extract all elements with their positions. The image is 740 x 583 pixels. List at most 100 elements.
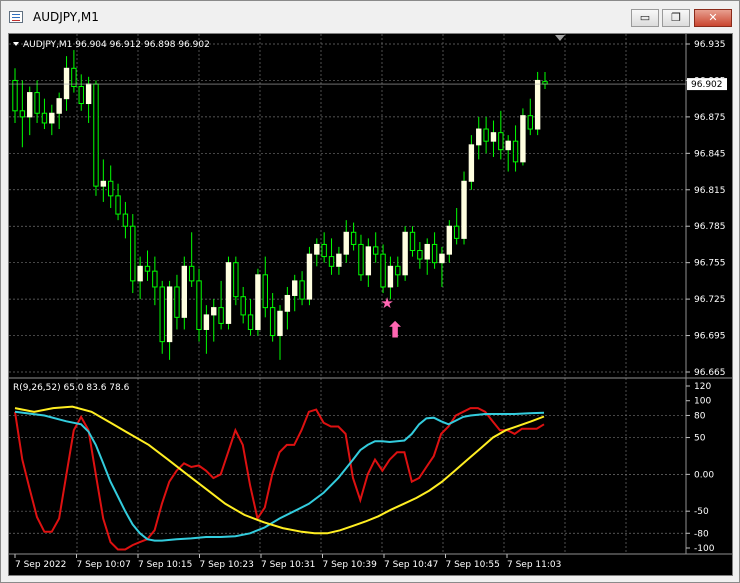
level-label: 100 [694,397,711,407]
candle-body [328,256,335,267]
candle-body [343,231,349,255]
chart-window-icon [9,11,23,23]
candle-body [34,92,40,114]
candle-body [269,307,276,337]
candle-body [417,250,423,260]
candle-body [218,307,224,324]
candle-body [534,79,541,130]
candle-body [461,180,467,239]
candle-body [446,225,453,255]
candle-body [27,92,33,118]
candle-body [19,110,26,118]
candle-body [321,243,327,258]
candle-body [247,314,254,330]
candle-body [159,286,165,343]
candle-body [85,83,92,105]
candle-body [181,265,188,318]
candle-body [122,213,129,227]
time-label: 7 Sep 10:47 [384,560,438,570]
candle-body [78,86,84,105]
candle-body [372,246,379,255]
time-label: 7 Sep 2022 [15,560,66,570]
price-label: 96.725 [694,295,726,305]
price-label: 96.755 [694,259,726,269]
candle-body [115,195,121,215]
candle-body [284,294,291,312]
candle-body [476,128,482,146]
candle-body [498,132,504,151]
main-chart-header: AUDJPY,M1 96.904 96.912 96.898 96.902 [23,40,210,50]
candle-body [277,310,283,337]
level-label: 120 [694,382,711,392]
candle-body [196,280,202,330]
time-label: 7 Sep 10:15 [138,560,192,570]
candle-body [130,225,136,282]
level-label: 0.00 [694,470,714,480]
restore-button[interactable]: ❐ [662,9,690,27]
candle-body [468,144,475,182]
candle-body [542,81,548,85]
candle-body [350,231,357,245]
price-label: 96.785 [694,222,726,232]
candle-body [358,243,364,276]
time-label: 7 Sep 10:39 [323,560,378,570]
price-chart[interactable]: AUDJPY,M1 96.904 96.912 96.898 96.902 96… [9,34,732,575]
candle-body [188,265,195,282]
level-label: 80 [694,411,706,421]
indicator-header: R(9,26,52) 65.0 83.6 78.6 [13,383,130,393]
candle-body [483,128,489,142]
candle-body [402,231,408,276]
candle-body [41,112,48,124]
candle-body [409,231,416,252]
candle-body [255,274,261,330]
time-label: 7 Sep 11:03 [507,560,561,570]
price-label: 96.845 [694,149,726,159]
candle-body [520,115,526,163]
candle-body [56,98,62,114]
price-label: 96.665 [694,368,726,378]
candle-body [166,286,173,343]
time-label: 7 Sep 10:23 [200,560,254,570]
candle-body [299,280,305,300]
candle-body [527,115,533,130]
candle-body [211,307,217,316]
candle-body [137,265,143,282]
current-price-tag: 96.902 [687,78,727,91]
price-label: 96.935 [694,40,726,50]
arrow-up-icon[interactable]: ⬆ [386,318,404,343]
candle-body [12,79,18,112]
candle-body [262,274,268,309]
title-bar[interactable]: AUDJPY,M1 ▭ ❐ ✕ [1,1,739,33]
candle-body [490,132,497,142]
candle-body [387,265,394,288]
level-label: -80 [694,529,709,539]
candle-body [152,270,158,288]
current-price-label: 96.902 [691,80,723,90]
candle-body [424,243,430,260]
candle-body [314,243,320,255]
level-label: -50 [694,507,709,517]
candle-body [306,253,313,300]
candle-body [292,280,298,296]
candle-body [431,243,438,264]
time-label: 7 Sep 10:07 [77,560,131,570]
terminal-window: AUDJPY,M1 ▭ ❐ ✕ AUDJPY,M1 96.904 96.912 … [0,0,740,583]
candle-body [512,140,519,163]
candle-body [365,246,372,276]
close-button[interactable]: ✕ [694,9,732,27]
candle-body [71,67,77,88]
level-label: -100 [694,544,715,554]
star-icon[interactable]: ★ [380,294,393,312]
candle-body [336,253,342,267]
time-label: 7 Sep 10:55 [446,560,500,570]
candle-body [505,140,511,151]
candle-body [107,180,114,197]
candle-body [380,253,386,288]
minimize-button[interactable]: ▭ [631,9,659,27]
candle-body [233,262,239,298]
chart-area[interactable]: AUDJPY,M1 96.904 96.912 96.898 96.902 96… [8,33,733,576]
candle-body [63,67,70,100]
candle-body [203,314,210,330]
candle-body [144,265,151,272]
candle-body [49,112,55,124]
